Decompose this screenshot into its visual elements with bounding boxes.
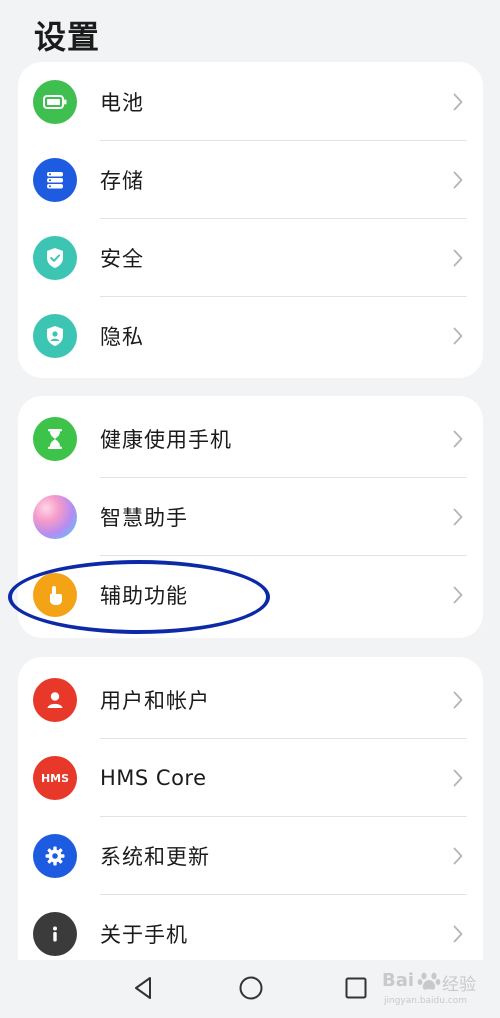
settings-item-smart-assistant[interactable]: 智慧助手 bbox=[18, 478, 483, 556]
chevron-right-icon bbox=[453, 327, 463, 345]
info-icon bbox=[33, 912, 77, 956]
chevron-right-icon bbox=[453, 508, 463, 526]
settings-item-label: 安全 bbox=[100, 247, 144, 271]
user-icon bbox=[33, 678, 77, 722]
settings-item-label: HMS Core bbox=[100, 766, 207, 790]
settings-item-label: 关于手机 bbox=[100, 923, 188, 947]
chevron-right-icon bbox=[453, 925, 463, 943]
chevron-right-icon bbox=[453, 171, 463, 189]
settings-item-label: 辅助功能 bbox=[100, 584, 188, 608]
assistant-orb-icon bbox=[33, 495, 77, 539]
settings-item-label: 健康使用手机 bbox=[100, 428, 232, 452]
settings-item-label: 电池 bbox=[100, 91, 144, 115]
settings-item-battery[interactable]: 电池 bbox=[18, 63, 483, 141]
settings-item-label: 智慧助手 bbox=[100, 506, 188, 530]
hms-icon-text: HMS bbox=[40, 771, 70, 785]
settings-item-digital-balance[interactable]: 健康使用手机 bbox=[18, 400, 483, 478]
battery-icon bbox=[33, 80, 77, 124]
settings-group-3: 用户和帐户 HMS HMS Core 系统和更新 关于手机 bbox=[18, 657, 483, 960]
privacy-icon bbox=[33, 314, 77, 358]
watermark-brand: Bai bbox=[382, 970, 415, 991]
hourglass-icon bbox=[33, 417, 77, 461]
chevron-right-icon bbox=[453, 430, 463, 448]
gear-icon bbox=[33, 834, 77, 878]
settings-item-storage[interactable]: 存储 bbox=[18, 141, 483, 219]
chevron-right-icon bbox=[453, 93, 463, 111]
settings-item-label: 系统和更新 bbox=[100, 845, 210, 869]
chevron-right-icon bbox=[453, 691, 463, 709]
settings-item-label: 存储 bbox=[100, 169, 144, 193]
recents-square-icon[interactable] bbox=[344, 975, 368, 1001]
security-shield-icon bbox=[33, 236, 77, 280]
settings-item-label: 用户和帐户 bbox=[100, 689, 210, 713]
watermark-url: jingyan.baidu.com bbox=[384, 996, 468, 1006]
settings-item-privacy[interactable]: 隐私 bbox=[18, 297, 483, 375]
page-title: 设置 bbox=[34, 18, 101, 56]
settings-item-security[interactable]: 安全 bbox=[18, 219, 483, 297]
accessibility-hand-icon bbox=[33, 573, 77, 617]
paw-icon bbox=[417, 972, 441, 990]
watermark-brand-2: 经验 bbox=[442, 975, 476, 995]
storage-icon bbox=[33, 158, 77, 202]
chevron-right-icon bbox=[453, 249, 463, 267]
chevron-right-icon bbox=[453, 847, 463, 865]
settings-item-about-phone[interactable]: 关于手机 bbox=[18, 895, 483, 960]
settings-item-users-accounts[interactable]: 用户和帐户 bbox=[18, 661, 483, 739]
chevron-right-icon bbox=[453, 586, 463, 604]
settings-item-accessibility[interactable]: 辅助功能 bbox=[18, 556, 483, 634]
back-triangle-icon[interactable] bbox=[132, 975, 154, 1001]
home-circle-icon[interactable] bbox=[238, 975, 264, 1001]
settings-item-system-update[interactable]: 系统和更新 bbox=[18, 817, 483, 895]
watermark: Bai 经验 jingyan.baidu.com bbox=[382, 966, 492, 1012]
settings-group-2: 健康使用手机 智慧助手 辅助功能 bbox=[18, 396, 483, 638]
settings-group-1: 电池 存储 安全 隐私 bbox=[18, 62, 483, 378]
settings-item-hms-core[interactable]: HMS HMS Core bbox=[18, 739, 483, 817]
hms-core-icon: HMS bbox=[33, 756, 77, 800]
settings-item-label: 隐私 bbox=[100, 325, 144, 349]
chevron-right-icon bbox=[453, 769, 463, 787]
